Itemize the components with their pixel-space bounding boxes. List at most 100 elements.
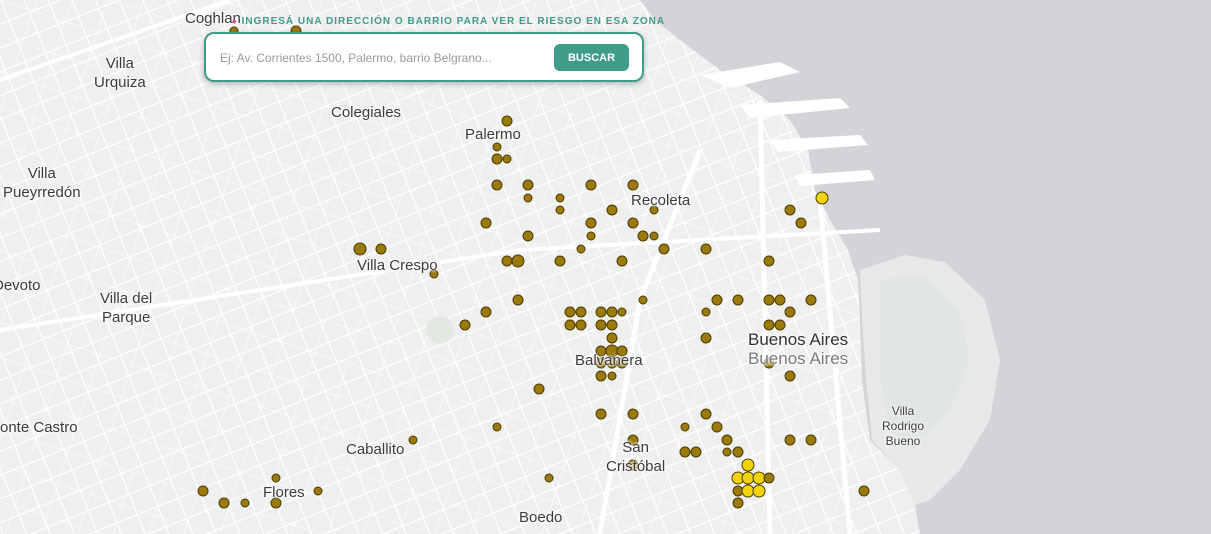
risk-marker[interactable]: [700, 243, 712, 255]
risk-marker[interactable]: [732, 294, 744, 306]
risk-marker[interactable]: [627, 217, 639, 229]
risk-marker[interactable]: [700, 408, 712, 420]
risk-marker[interactable]: [711, 294, 723, 306]
risk-marker[interactable]: [649, 231, 659, 241]
risk-marker[interactable]: [711, 421, 723, 433]
risk-marker[interactable]: [564, 306, 576, 318]
risk-marker[interactable]: [492, 422, 502, 432]
risk-marker[interactable]: [512, 294, 524, 306]
risk-marker[interactable]: [700, 332, 712, 344]
search-button[interactable]: BUSCAR: [554, 44, 629, 71]
risk-marker[interactable]: [218, 497, 230, 509]
risk-marker[interactable]: [617, 307, 627, 317]
risk-marker[interactable]: [501, 255, 513, 267]
risk-marker[interactable]: [784, 434, 796, 446]
risk-marker[interactable]: [784, 370, 796, 382]
risk-marker[interactable]: [595, 319, 607, 331]
risk-marker[interactable]: [554, 255, 566, 267]
risk-marker[interactable]: [763, 294, 775, 306]
place-label-villa-rodrigo-bueno: Villa Rodrigo Bueno: [882, 404, 925, 448]
risk-marker[interactable]: [375, 243, 387, 255]
risk-marker[interactable]: [638, 295, 648, 305]
risk-marker[interactable]: [679, 446, 691, 458]
place-label-buenos-aires-duplicate: Buenos Aires: [748, 349, 849, 368]
risk-marker[interactable]: [544, 473, 554, 483]
risk-marker[interactable]: [774, 294, 786, 306]
risk-marker[interactable]: [627, 179, 639, 191]
risk-marker[interactable]: [459, 319, 471, 331]
risk-marker[interactable]: [564, 319, 576, 331]
risk-marker[interactable]: [533, 383, 545, 395]
risk-marker[interactable]: [197, 485, 209, 497]
risk-marker[interactable]: [271, 473, 281, 483]
risk-marker[interactable]: [511, 254, 525, 268]
risk-marker[interactable]: [606, 319, 618, 331]
risk-marker[interactable]: [595, 408, 607, 420]
risk-marker[interactable]: [732, 497, 744, 509]
risk-marker[interactable]: [606, 306, 618, 318]
risk-marker[interactable]: [732, 446, 744, 458]
risk-marker[interactable]: [585, 217, 597, 229]
risk-marker[interactable]: [353, 242, 367, 256]
risk-marker[interactable]: [576, 244, 586, 254]
risk-marker[interactable]: [575, 319, 587, 331]
risk-marker[interactable]: [627, 408, 639, 420]
search-label-text: Ingresá una dirección o barrio para ver …: [241, 16, 666, 27]
risk-marker[interactable]: [680, 422, 690, 432]
risk-marker[interactable]: [586, 231, 596, 241]
risk-marker[interactable]: [502, 154, 512, 164]
place-label-palermo: Palermo: [465, 126, 521, 143]
risk-marker[interactable]: [240, 498, 250, 508]
risk-marker[interactable]: [701, 307, 711, 317]
risk-marker[interactable]: [805, 434, 817, 446]
risk-marker[interactable]: [523, 193, 533, 203]
risk-marker[interactable]: [491, 153, 503, 165]
risk-marker[interactable]: [721, 434, 733, 446]
park-area: [426, 316, 454, 344]
risk-marker[interactable]: [658, 243, 670, 255]
risk-marker[interactable]: [763, 319, 775, 331]
risk-marker[interactable]: [815, 191, 829, 205]
risk-marker[interactable]: [313, 486, 323, 496]
risk-marker[interactable]: [763, 255, 775, 267]
risk-marker[interactable]: [522, 179, 534, 191]
risk-marker[interactable]: [616, 255, 628, 267]
risk-marker[interactable]: [805, 294, 817, 306]
risk-marker[interactable]: [752, 484, 766, 498]
risk-marker[interactable]: [741, 458, 755, 472]
risk-marker[interactable]: [408, 435, 418, 445]
risk-marker[interactable]: [555, 193, 565, 203]
risk-marker[interactable]: [741, 471, 755, 485]
search-box: BUSCAR: [204, 32, 644, 82]
risk-marker[interactable]: [752, 471, 766, 485]
place-label-caballito: Caballito: [346, 441, 405, 458]
place-label-buenos-aires: Buenos Aires: [748, 330, 849, 349]
risk-marker[interactable]: [492, 142, 502, 152]
risk-marker[interactable]: [784, 204, 796, 216]
risk-marker[interactable]: [480, 306, 492, 318]
risk-marker[interactable]: [784, 306, 796, 318]
place-label-san-cristobal: San Cristóbal: [606, 439, 666, 475]
risk-marker[interactable]: [575, 306, 587, 318]
place-label-villa-crespo: Villa Crespo: [357, 257, 438, 274]
risk-marker[interactable]: [480, 217, 492, 229]
risk-marker[interactable]: [606, 332, 618, 344]
risk-marker[interactable]: [774, 319, 786, 331]
risk-marker[interactable]: [637, 230, 649, 242]
risk-marker[interactable]: [585, 179, 597, 191]
risk-marker[interactable]: [690, 446, 702, 458]
risk-marker[interactable]: [722, 447, 732, 457]
risk-marker[interactable]: [491, 179, 503, 191]
risk-marker[interactable]: [795, 217, 807, 229]
address-search-input[interactable]: [218, 46, 542, 70]
risk-marker[interactable]: [522, 230, 534, 242]
address-search-panel: ♦ Ingresá una dirección o barrio para ver…: [204, 12, 664, 82]
risk-marker[interactable]: [607, 371, 617, 381]
risk-marker[interactable]: [741, 484, 755, 498]
risk-marker[interactable]: [595, 306, 607, 318]
risk-marker[interactable]: [595, 370, 607, 382]
risk-marker[interactable]: [555, 205, 565, 215]
risk-marker[interactable]: [763, 472, 775, 484]
risk-marker[interactable]: [606, 204, 618, 216]
risk-marker[interactable]: [858, 485, 870, 497]
